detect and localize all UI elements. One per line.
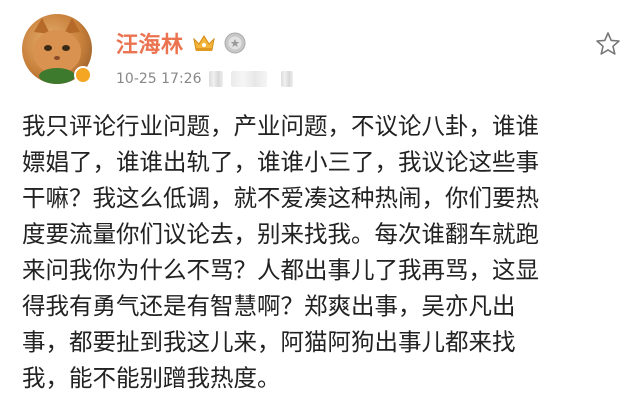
redacted-source-block <box>209 71 224 87</box>
star-icon[interactable] <box>594 30 622 58</box>
post-header: 汪海林 10-25 17:26 <box>22 14 622 94</box>
crown-icon <box>192 35 215 51</box>
medal-icon <box>224 32 246 54</box>
weibo-post: 汪海林 10-25 17:26 我只评论行业问题，产业问题，不议论八卦，谁谁 嫖… <box>0 0 640 413</box>
post-time[interactable]: 10-25 17:26 <box>116 71 201 87</box>
verified-badge-icon <box>74 66 92 84</box>
author-name[interactable]: 汪海林 <box>116 27 184 59</box>
avatar[interactable] <box>22 14 92 84</box>
redacted-source-block <box>231 71 268 87</box>
post-content: 我只评论行业问题，产业问题，不议论八卦，谁谁 嫖娼了，谁谁出轨了，谁谁小三了，我… <box>22 112 539 392</box>
author-row: 汪海林 <box>116 26 246 60</box>
post-meta: 10-25 17:26 <box>116 68 294 90</box>
redacted-source-block <box>281 71 294 87</box>
